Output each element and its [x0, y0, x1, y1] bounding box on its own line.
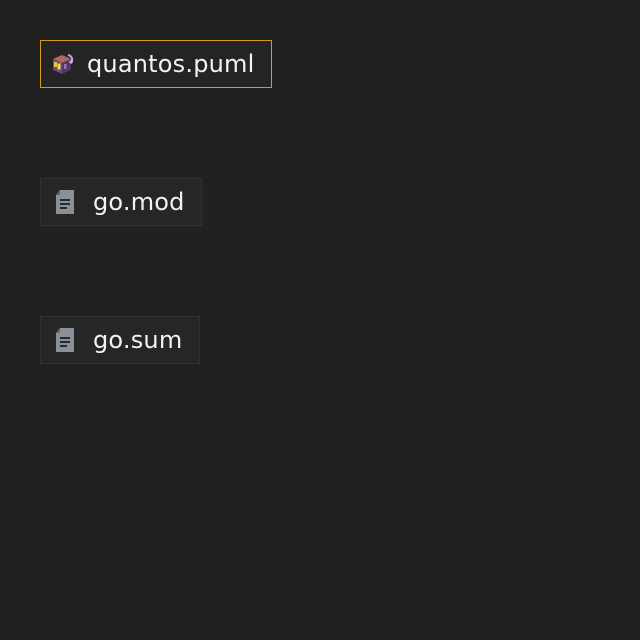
file-item-go-mod[interactable]: go.mod	[40, 178, 202, 226]
text-file-icon	[51, 188, 79, 216]
file-name: go.sum	[93, 326, 183, 354]
text-file-icon	[51, 326, 79, 354]
file-name: quantos.puml	[87, 50, 255, 78]
plantuml-file-icon	[49, 50, 77, 78]
file-item-quantos-puml[interactable]: quantos.puml	[40, 40, 272, 88]
file-name: go.mod	[93, 188, 185, 216]
desktop-canvas: quantos.puml go.mod go.sum	[0, 0, 640, 640]
file-item-go-sum[interactable]: go.sum	[40, 316, 200, 364]
